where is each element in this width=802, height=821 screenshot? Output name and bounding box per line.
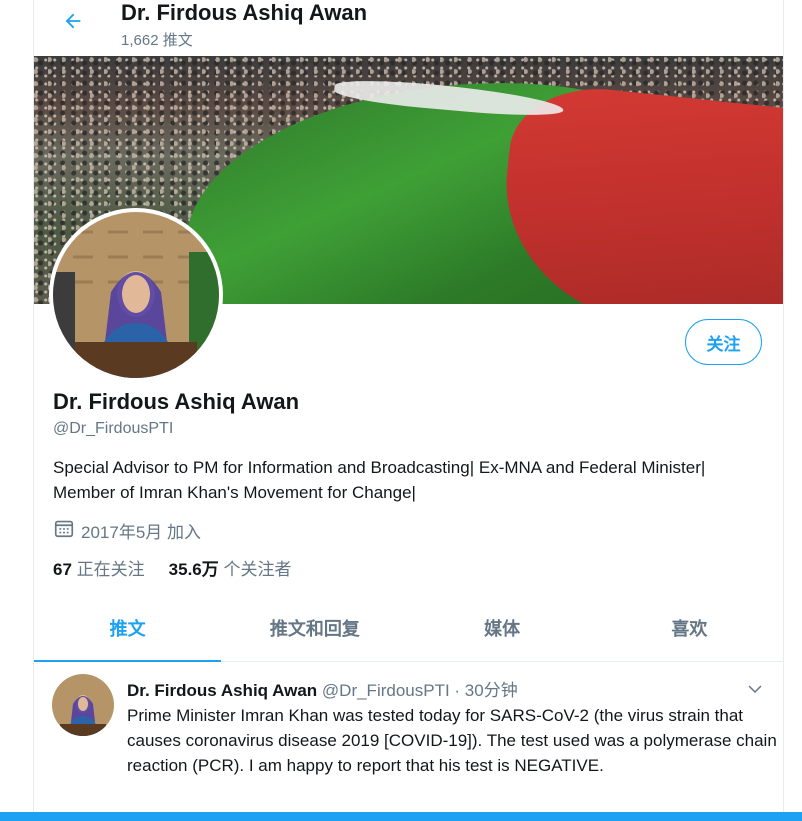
profile-handle: @Dr_FirdousPTI <box>53 420 174 437</box>
back-button[interactable] <box>56 6 90 40</box>
tab-likes[interactable]: 喜欢 <box>596 600 783 661</box>
profile-name: Dr. Firdous Ashiq Awan <box>53 389 300 414</box>
tweet-author-name[interactable]: Dr. Firdous Ashiq Awan <box>127 681 317 700</box>
tweet-header: Dr. Firdous Ashiq Awan @Dr_FirdousPTI · … <box>127 676 518 701</box>
tab-media[interactable]: 媒体 <box>409 600 596 661</box>
tab-tweets-and-replies[interactable]: 推文和回复 <box>221 600 408 661</box>
join-date: 2017年5月 加入 <box>53 517 201 544</box>
tweet-avatar[interactable] <box>52 674 114 736</box>
chevron-down-icon[interactable] <box>746 680 764 703</box>
tweet-item[interactable]: Dr. Firdous Ashiq Awan @Dr_FirdousPTI · … <box>34 662 783 813</box>
follow-button[interactable]: 关注 <box>685 319 762 365</box>
followers-link[interactable]: 35.6万 个关注者 <box>169 555 292 580</box>
header-tweet-count: 1,662 推文 <box>121 32 193 49</box>
tweet-text: Prime Minister Imran Khan was tested tod… <box>127 706 777 775</box>
followers-label: 个关注者 <box>223 560 292 579</box>
tweet-handle-time: @Dr_FirdousPTI · 30分钟 <box>321 681 518 700</box>
profile-avatar[interactable] <box>49 208 223 382</box>
tab-tweets[interactable]: 推文 <box>34 600 222 662</box>
bottom-accent-bar <box>0 812 802 821</box>
profile-header: Dr. Firdous Ashiq Awan 1,662 推文 <box>34 0 783 56</box>
profile-tabs: 推文 推文和回复 媒体 喜欢 <box>34 600 783 662</box>
profile-stats: 67 正在关注 35.6万 个关注者 <box>53 555 291 580</box>
join-date-text: 2017年5月 加入 <box>81 523 201 542</box>
following-count: 67 <box>53 560 72 579</box>
calendar-icon <box>53 517 75 544</box>
followers-count: 35.6万 <box>168 560 219 579</box>
arrow-left-icon <box>62 10 84 37</box>
following-label: 正在关注 <box>76 560 145 579</box>
header-title: Dr. Firdous Ashiq Awan <box>121 0 368 25</box>
profile-bio: Special Advisor to PM for Information an… <box>53 458 706 502</box>
following-link[interactable]: 67 正在关注 <box>53 555 145 580</box>
profile-column: Dr. Firdous Ashiq Awan 1,662 推文 关注 Dr. F… <box>33 0 784 821</box>
